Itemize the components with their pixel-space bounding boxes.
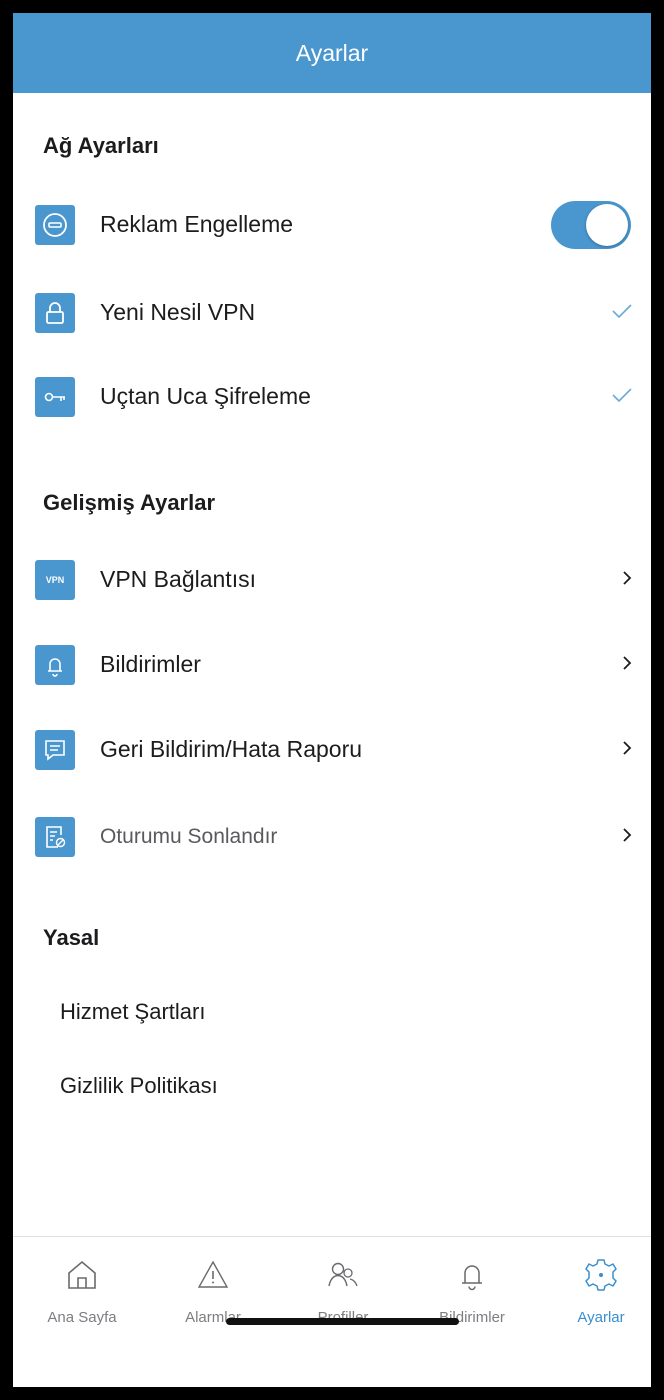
tab-label: Ayarlar [577,1309,625,1326]
chevron-right-icon [593,562,633,594]
row-vpn-connection[interactable]: VPN VPN Bağlantısı [13,548,651,608]
tab-notifications[interactable]: Bildirimler [417,1255,527,1326]
chevron-right-icon [593,647,633,679]
checkmark-icon [593,295,633,327]
ad-block-icon [35,205,75,245]
tab-settings[interactable]: Ayarlar [546,1255,651,1326]
settings-icon [546,1255,651,1295]
row-ad-block[interactable]: Reklam Engelleme [13,193,651,253]
tab-home[interactable]: Ana Sayfa [27,1255,137,1326]
tab-profiles[interactable]: Profiller [288,1255,398,1326]
section-title-legal: Yasal [43,925,100,950]
alert-icon [158,1255,268,1295]
row-label: Reklam Engelleme [100,211,294,237]
checkmark-icon [593,379,633,411]
section-title-advanced: Gelişmiş Ayarlar [43,490,216,515]
bell-icon [35,645,75,685]
row-next-gen-vpn[interactable]: Yeni Nesil VPN [13,281,651,341]
privacy-policy-link[interactable]: Gizlilik Politikası [60,1073,218,1099]
row-label: Geri Bildirim/Hata Raporu [100,736,363,762]
key-icon [35,377,75,417]
home-indicator [226,1318,459,1325]
row-label: Bildirimler [100,651,201,677]
row-label: Uçtan Uca Şifreleme [100,383,311,409]
lock-icon [35,293,75,333]
section-title-network: Ağ Ayarları [43,133,159,158]
row-logout[interactable]: Oturumu Sonlandır [13,805,651,865]
tab-label: Ana Sayfa [47,1309,117,1326]
ad-block-toggle[interactable] [551,201,631,249]
tab-bar: Ana Sayfa Alarmlar Profiller Bildirimler… [13,1236,651,1387]
nav-header: Ayarlar [13,13,651,93]
row-feedback-report[interactable]: Geri Bildirim/Hata Raporu [13,718,651,778]
vpn-icon-text: VPN [45,575,65,585]
row-label: VPN Bağlantısı [100,566,256,592]
settings-screen: Ayarlar Ağ Ayarları Reklam Engelleme Yen… [13,13,651,1387]
row-end-to-end-encryption[interactable]: Uçtan Uca Şifreleme [13,365,651,425]
tab-alarms[interactable]: Alarmlar [158,1255,268,1326]
logout-icon [35,817,75,857]
profiles-icon [288,1255,398,1295]
vpn-icon: VPN [35,560,75,600]
chevron-right-icon [593,819,633,851]
terms-of-service-link[interactable]: Hizmet Şartları [60,999,205,1025]
feedback-icon [35,730,75,770]
row-label: Yeni Nesil VPN [100,299,256,325]
bell-icon [417,1255,527,1295]
row-notifications[interactable]: Bildirimler [13,633,651,693]
toggle-knob [586,204,628,246]
page-title: Ayarlar [295,39,369,66]
chevron-right-icon [593,732,633,764]
row-label: Oturumu Sonlandır [100,825,278,848]
home-icon [27,1255,137,1295]
